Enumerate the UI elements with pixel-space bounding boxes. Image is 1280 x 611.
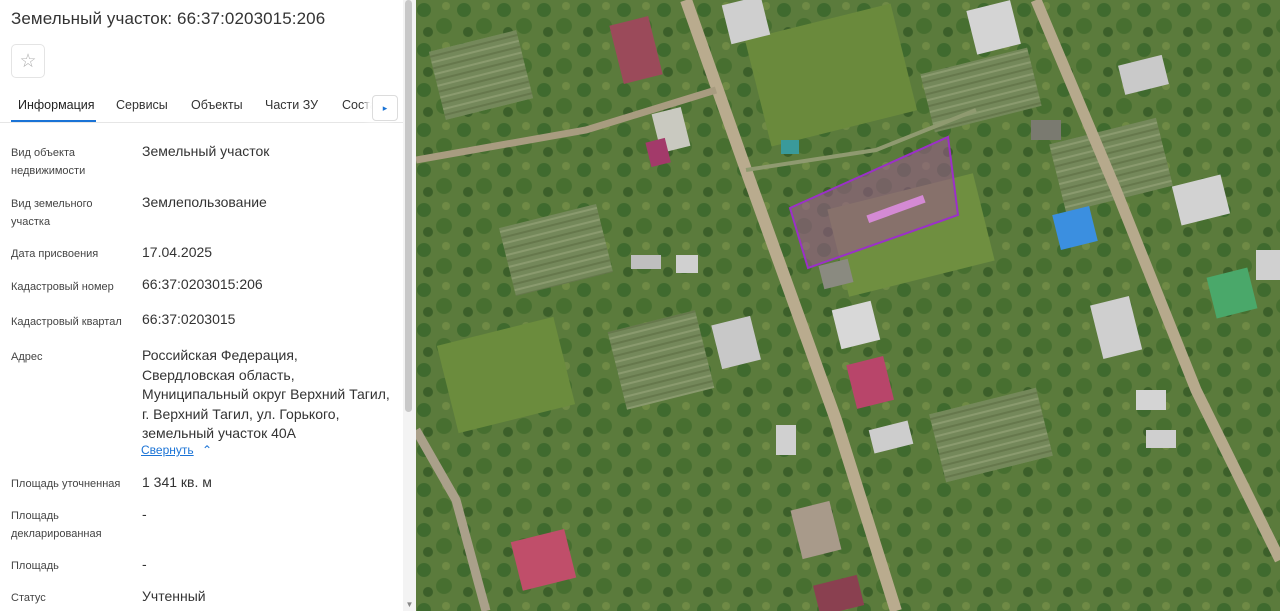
- field-label-address: Адрес: [11, 351, 43, 363]
- field-value-cadastral-quarter: 66:37:0203015: [142, 311, 236, 327]
- scrollbar-thumb[interactable]: [405, 0, 412, 412]
- page-title: Земельный участок: 66:37:0203015:206: [11, 9, 326, 28]
- info-panel: Земельный участок: 66:37:0203015:206 ☆ И…: [0, 0, 416, 611]
- tab-bar: Информация Сервисы Объекты Части ЗУ Сост…: [0, 90, 403, 123]
- field-label-date: Дата присвоения: [11, 248, 99, 260]
- field-label-area-refined: Площадь уточненная: [11, 478, 121, 490]
- field-value-cadastral-number: 66:37:0203015:206: [142, 276, 263, 292]
- field-value-area: -: [142, 556, 147, 572]
- tab-services[interactable]: Сервисы: [116, 98, 168, 112]
- field-value-status: Учтенный: [142, 588, 206, 604]
- map-imagery: [416, 0, 1280, 611]
- chevron-up-icon[interactable]: ⌃: [202, 443, 212, 457]
- tab-information[interactable]: Информация: [18, 98, 95, 112]
- field-value-area-declared: -: [142, 506, 147, 522]
- field-value-address: Российская Федерация, Свердловская облас…: [142, 347, 390, 441]
- field-label-parcel-type: Вид земельного участка: [11, 198, 93, 228]
- field-label-object-type: Вид объекта недвижимости: [11, 147, 86, 177]
- field-label-area: Площадь: [11, 560, 59, 572]
- field-label-area-declared: Площадь декларированная: [11, 510, 102, 540]
- field-value-date: 17.04.2025: [142, 244, 213, 260]
- star-icon: ☆: [19, 50, 37, 72]
- satellite-map[interactable]: [416, 0, 1280, 611]
- tabs-scroll-right-button[interactable]: ▸: [372, 95, 398, 121]
- scroll-down-icon[interactable]: ▼: [403, 599, 416, 611]
- active-tab-indicator: [11, 120, 96, 122]
- favorite-button[interactable]: ☆: [11, 44, 45, 78]
- field-value-object-type: Земельный участок: [142, 143, 270, 159]
- collapse-link[interactable]: Свернуть: [141, 443, 194, 457]
- tab-objects[interactable]: Объекты: [191, 98, 243, 112]
- field-label-status: Статус: [11, 592, 46, 604]
- field-label-cadastral-number: Кадастровый номер: [11, 281, 114, 293]
- field-value-area-refined: 1 341 кв. м: [142, 474, 212, 490]
- field-label-cadastral-quarter: Кадастровый квартал: [11, 316, 122, 328]
- tab-parts[interactable]: Части ЗУ: [265, 98, 318, 112]
- field-value-parcel-type: Землепользование: [142, 194, 267, 210]
- chevron-right-icon: ▸: [382, 102, 388, 113]
